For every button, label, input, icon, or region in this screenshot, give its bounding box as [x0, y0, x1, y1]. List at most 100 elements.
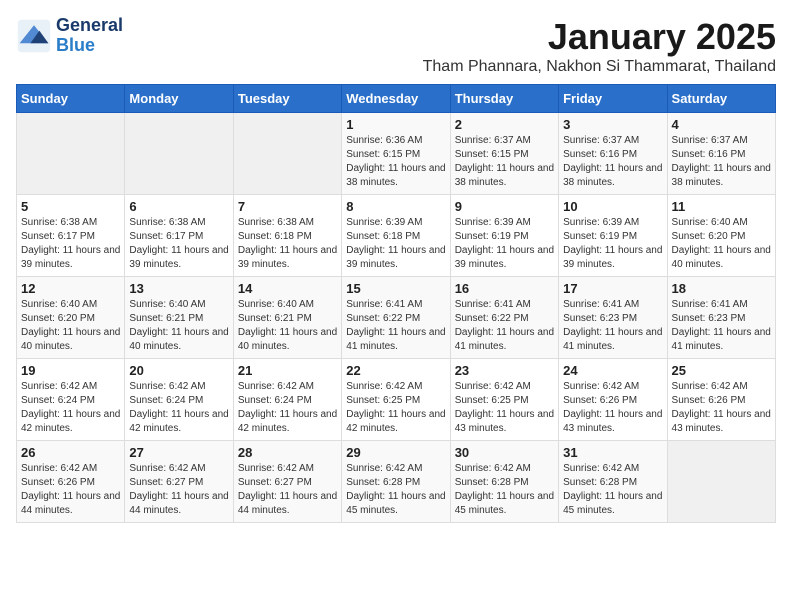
calendar-cell: 12Sunrise: 6:40 AM Sunset: 6:20 PM Dayli…	[17, 277, 125, 359]
day-info: Sunrise: 6:42 AM Sunset: 6:24 PM Dayligh…	[238, 380, 337, 436]
calendar-cell: 16Sunrise: 6:41 AM Sunset: 6:22 PM Dayli…	[450, 277, 558, 359]
calendar-cell: 22 Sunrise: 6:42 AM Sunset: 6:25 PM Dayli…	[342, 359, 450, 441]
day-info: Sunrise: 6:41 AM Sunset: 6:22 PM Dayligh…	[346, 298, 445, 354]
day-number: 29	[346, 445, 445, 460]
title-section: January 2025 Tham Phannara, Nakhon Si Th…	[423, 16, 776, 76]
day-info: Sunrise: 6:42 AM Sunset: 6:28 PM Dayligh…	[346, 462, 445, 518]
week-row-4: 26 Sunrise: 6:42 AM Sunset: 6:26 PM Dayli…	[17, 441, 776, 523]
day-info: Sunrise: 6:42 AM Sunset: 6:28 PM Dayligh…	[563, 462, 662, 518]
day-number: 22	[346, 363, 445, 378]
day-info: Sunrise: 6:42 AM Sunset: 6:25 PM Dayligh…	[455, 380, 554, 436]
day-info: Sunrise: 6:42 AM Sunset: 6:28 PM Dayligh…	[455, 462, 554, 518]
header-monday: Monday	[125, 85, 233, 113]
day-info: Sunrise: 6:42 AM Sunset: 6:26 PM Dayligh…	[563, 380, 662, 436]
day-number: 30	[455, 445, 554, 460]
week-row-0: 1 Sunrise: 6:36 AM Sunset: 6:15 PM Daylig…	[17, 113, 776, 195]
day-info: Sunrise: 6:42 AM Sunset: 6:26 PM Dayligh…	[672, 380, 771, 436]
day-info: Sunrise: 6:42 AM Sunset: 6:24 PM Dayligh…	[21, 380, 120, 436]
day-info: Sunrise: 6:42 AM Sunset: 6:27 PM Dayligh…	[238, 462, 337, 518]
header-thursday: Thursday	[450, 85, 558, 113]
day-number: 23	[455, 363, 554, 378]
calendar-cell: 21Sunrise: 6:42 AM Sunset: 6:24 PM Dayli…	[233, 359, 341, 441]
day-number: 10	[563, 199, 662, 214]
week-row-1: 5 Sunrise: 6:38 AM Sunset: 6:17 PM Daylig…	[17, 195, 776, 277]
day-number: 11	[672, 199, 771, 214]
day-number: 31	[563, 445, 662, 460]
day-number: 25	[672, 363, 771, 378]
day-info: Sunrise: 6:40 AM Sunset: 6:20 PM Dayligh…	[672, 216, 771, 272]
week-row-2: 12Sunrise: 6:40 AM Sunset: 6:20 PM Dayli…	[17, 277, 776, 359]
day-number: 28	[238, 445, 337, 460]
location-title: Tham Phannara, Nakhon Si Thammarat, Thai…	[423, 58, 776, 76]
day-info: Sunrise: 6:36 AM Sunset: 6:15 PM Dayligh…	[346, 134, 445, 190]
header-sunday: Sunday	[17, 85, 125, 113]
logo-line2: Blue	[56, 36, 123, 56]
calendar-cell: 15 Sunrise: 6:41 AM Sunset: 6:22 PM Dayli…	[342, 277, 450, 359]
calendar-cell: 5 Sunrise: 6:38 AM Sunset: 6:17 PM Daylig…	[17, 195, 125, 277]
calendar-cell: 30 Sunrise: 6:42 AM Sunset: 6:28 PM Dayli…	[450, 441, 558, 523]
calendar-cell: 24 Sunrise: 6:42 AM Sunset: 6:26 PM Dayli…	[559, 359, 667, 441]
day-number: 1	[346, 117, 445, 132]
day-info: Sunrise: 6:42 AM Sunset: 6:24 PM Dayligh…	[129, 380, 228, 436]
calendar-cell: 10 Sunrise: 6:39 AM Sunset: 6:19 PM Dayli…	[559, 195, 667, 277]
calendar-cell: 3 Sunrise: 6:37 AM Sunset: 6:16 PM Daylig…	[559, 113, 667, 195]
calendar-cell: 13 Sunrise: 6:40 AM Sunset: 6:21 PM Dayli…	[125, 277, 233, 359]
calendar-cell: 27 Sunrise: 6:42 AM Sunset: 6:27 PM Dayli…	[125, 441, 233, 523]
calendar-cell: 1 Sunrise: 6:36 AM Sunset: 6:15 PM Daylig…	[342, 113, 450, 195]
day-info: Sunrise: 6:40 AM Sunset: 6:20 PM Dayligh…	[21, 298, 120, 354]
calendar-cell: 9Sunrise: 6:39 AM Sunset: 6:19 PM Daylig…	[450, 195, 558, 277]
day-info: Sunrise: 6:38 AM Sunset: 6:17 PM Dayligh…	[129, 216, 228, 272]
month-title: January 2025	[423, 16, 776, 58]
day-number: 18	[672, 281, 771, 296]
day-info: Sunrise: 6:37 AM Sunset: 6:16 PM Dayligh…	[563, 134, 662, 190]
day-info: Sunrise: 6:39 AM Sunset: 6:19 PM Dayligh…	[563, 216, 662, 272]
day-info: Sunrise: 6:41 AM Sunset: 6:23 PM Dayligh…	[672, 298, 771, 354]
calendar-cell: 14 Sunrise: 6:40 AM Sunset: 6:21 PM Dayli…	[233, 277, 341, 359]
day-info: Sunrise: 6:40 AM Sunset: 6:21 PM Dayligh…	[129, 298, 228, 354]
calendar-cell: 25 Sunrise: 6:42 AM Sunset: 6:26 PM Dayli…	[667, 359, 775, 441]
day-number: 5	[21, 199, 120, 214]
day-info: Sunrise: 6:37 AM Sunset: 6:15 PM Dayligh…	[455, 134, 554, 190]
logo-line1: General	[56, 16, 123, 36]
week-row-3: 19 Sunrise: 6:42 AM Sunset: 6:24 PM Dayli…	[17, 359, 776, 441]
calendar-cell: 28 Sunrise: 6:42 AM Sunset: 6:27 PM Dayli…	[233, 441, 341, 523]
calendar-cell	[233, 113, 341, 195]
day-info: Sunrise: 6:40 AM Sunset: 6:21 PM Dayligh…	[238, 298, 337, 354]
header-tuesday: Tuesday	[233, 85, 341, 113]
calendar-cell: 4 Sunrise: 6:37 AM Sunset: 6:16 PM Daylig…	[667, 113, 775, 195]
day-number: 24	[563, 363, 662, 378]
calendar-table: SundayMondayTuesdayWednesdayThursdayFrid…	[16, 84, 776, 523]
day-number: 9	[455, 199, 554, 214]
day-number: 26	[21, 445, 120, 460]
day-number: 2	[455, 117, 554, 132]
day-number: 3	[563, 117, 662, 132]
day-number: 19	[21, 363, 120, 378]
day-info: Sunrise: 6:38 AM Sunset: 6:17 PM Dayligh…	[21, 216, 120, 272]
day-info: Sunrise: 6:41 AM Sunset: 6:23 PM Dayligh…	[563, 298, 662, 354]
calendar-cell: 11 Sunrise: 6:40 AM Sunset: 6:20 PM Dayli…	[667, 195, 775, 277]
logo-icon	[16, 18, 52, 54]
calendar-cell	[125, 113, 233, 195]
calendar-cell: 8Sunrise: 6:39 AM Sunset: 6:18 PM Daylig…	[342, 195, 450, 277]
day-info: Sunrise: 6:41 AM Sunset: 6:22 PM Dayligh…	[455, 298, 554, 354]
day-info: Sunrise: 6:42 AM Sunset: 6:25 PM Dayligh…	[346, 380, 445, 436]
day-number: 4	[672, 117, 771, 132]
calendar-cell: 6Sunrise: 6:38 AM Sunset: 6:17 PM Daylig…	[125, 195, 233, 277]
day-info: Sunrise: 6:42 AM Sunset: 6:27 PM Dayligh…	[129, 462, 228, 518]
day-info: Sunrise: 6:37 AM Sunset: 6:16 PM Dayligh…	[672, 134, 771, 190]
day-info: Sunrise: 6:42 AM Sunset: 6:26 PM Dayligh…	[21, 462, 120, 518]
day-number: 14	[238, 281, 337, 296]
calendar-cell: 19 Sunrise: 6:42 AM Sunset: 6:24 PM Dayli…	[17, 359, 125, 441]
calendar-cell: 31 Sunrise: 6:42 AM Sunset: 6:28 PM Dayli…	[559, 441, 667, 523]
day-number: 13	[129, 281, 228, 296]
day-number: 27	[129, 445, 228, 460]
header-wednesday: Wednesday	[342, 85, 450, 113]
calendar-header-row: SundayMondayTuesdayWednesdayThursdayFrid…	[17, 85, 776, 113]
day-number: 20	[129, 363, 228, 378]
day-number: 15	[346, 281, 445, 296]
day-number: 8	[346, 199, 445, 214]
calendar-cell: 17Sunrise: 6:41 AM Sunset: 6:23 PM Dayli…	[559, 277, 667, 359]
day-info: Sunrise: 6:38 AM Sunset: 6:18 PM Dayligh…	[238, 216, 337, 272]
logo: General Blue	[16, 16, 123, 56]
calendar-cell	[17, 113, 125, 195]
